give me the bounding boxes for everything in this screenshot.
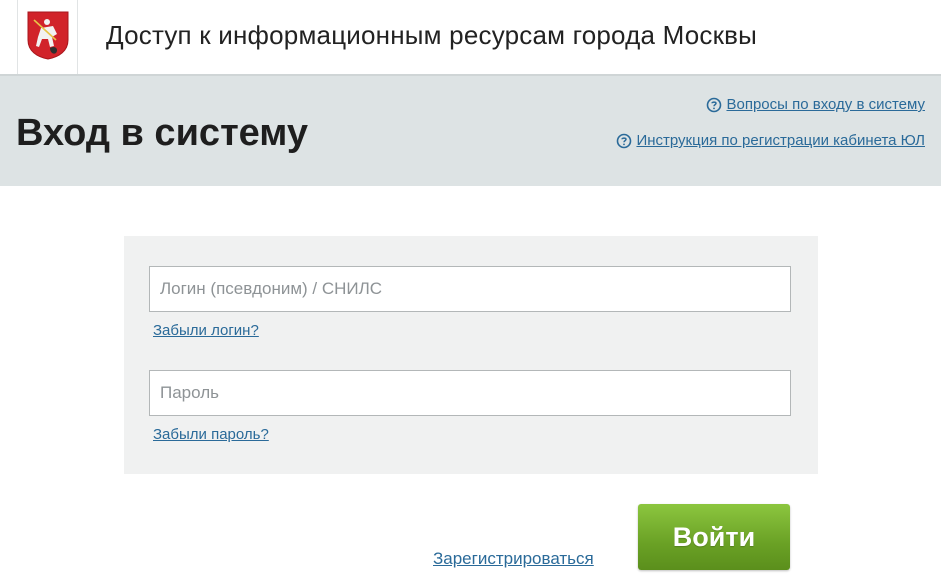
question-circle-icon <box>707 97 722 112</box>
legal-entity-registration-guide-link[interactable]: Инструкция по регистрации кабинета ЮЛ <box>616 132 925 149</box>
forgot-password-link[interactable]: Забыли пароль? <box>153 426 269 443</box>
site-title: Доступ к информационным ресурсам города … <box>106 20 758 50</box>
question-circle-icon <box>617 133 632 148</box>
login-input[interactable] <box>149 266 791 312</box>
page-title: Вход в систему <box>16 112 309 154</box>
legal-entity-registration-guide-label: Инструкция по регистрации кабинета ЮЛ <box>636 132 925 149</box>
password-input[interactable] <box>149 370 791 416</box>
top-header: Доступ к информационным ресурсам города … <box>0 0 941 76</box>
logo-container[interactable] <box>17 0 78 74</box>
login-questions-label: Вопросы по входу в систему <box>726 96 925 113</box>
forgot-login-link[interactable]: Забыли логин? <box>153 322 259 339</box>
login-questions-link[interactable]: Вопросы по входу в систему <box>706 96 925 113</box>
page-hero: Вход в систему Вопросы по входу в систем… <box>0 76 941 186</box>
moscow-coat-of-arms-icon[interactable] <box>26 10 70 60</box>
login-form: Забыли логин? Забыли пароль? <box>124 236 818 474</box>
register-link[interactable]: Зарегистрироваться <box>433 549 594 569</box>
login-submit-button[interactable]: Войти <box>638 504 790 570</box>
